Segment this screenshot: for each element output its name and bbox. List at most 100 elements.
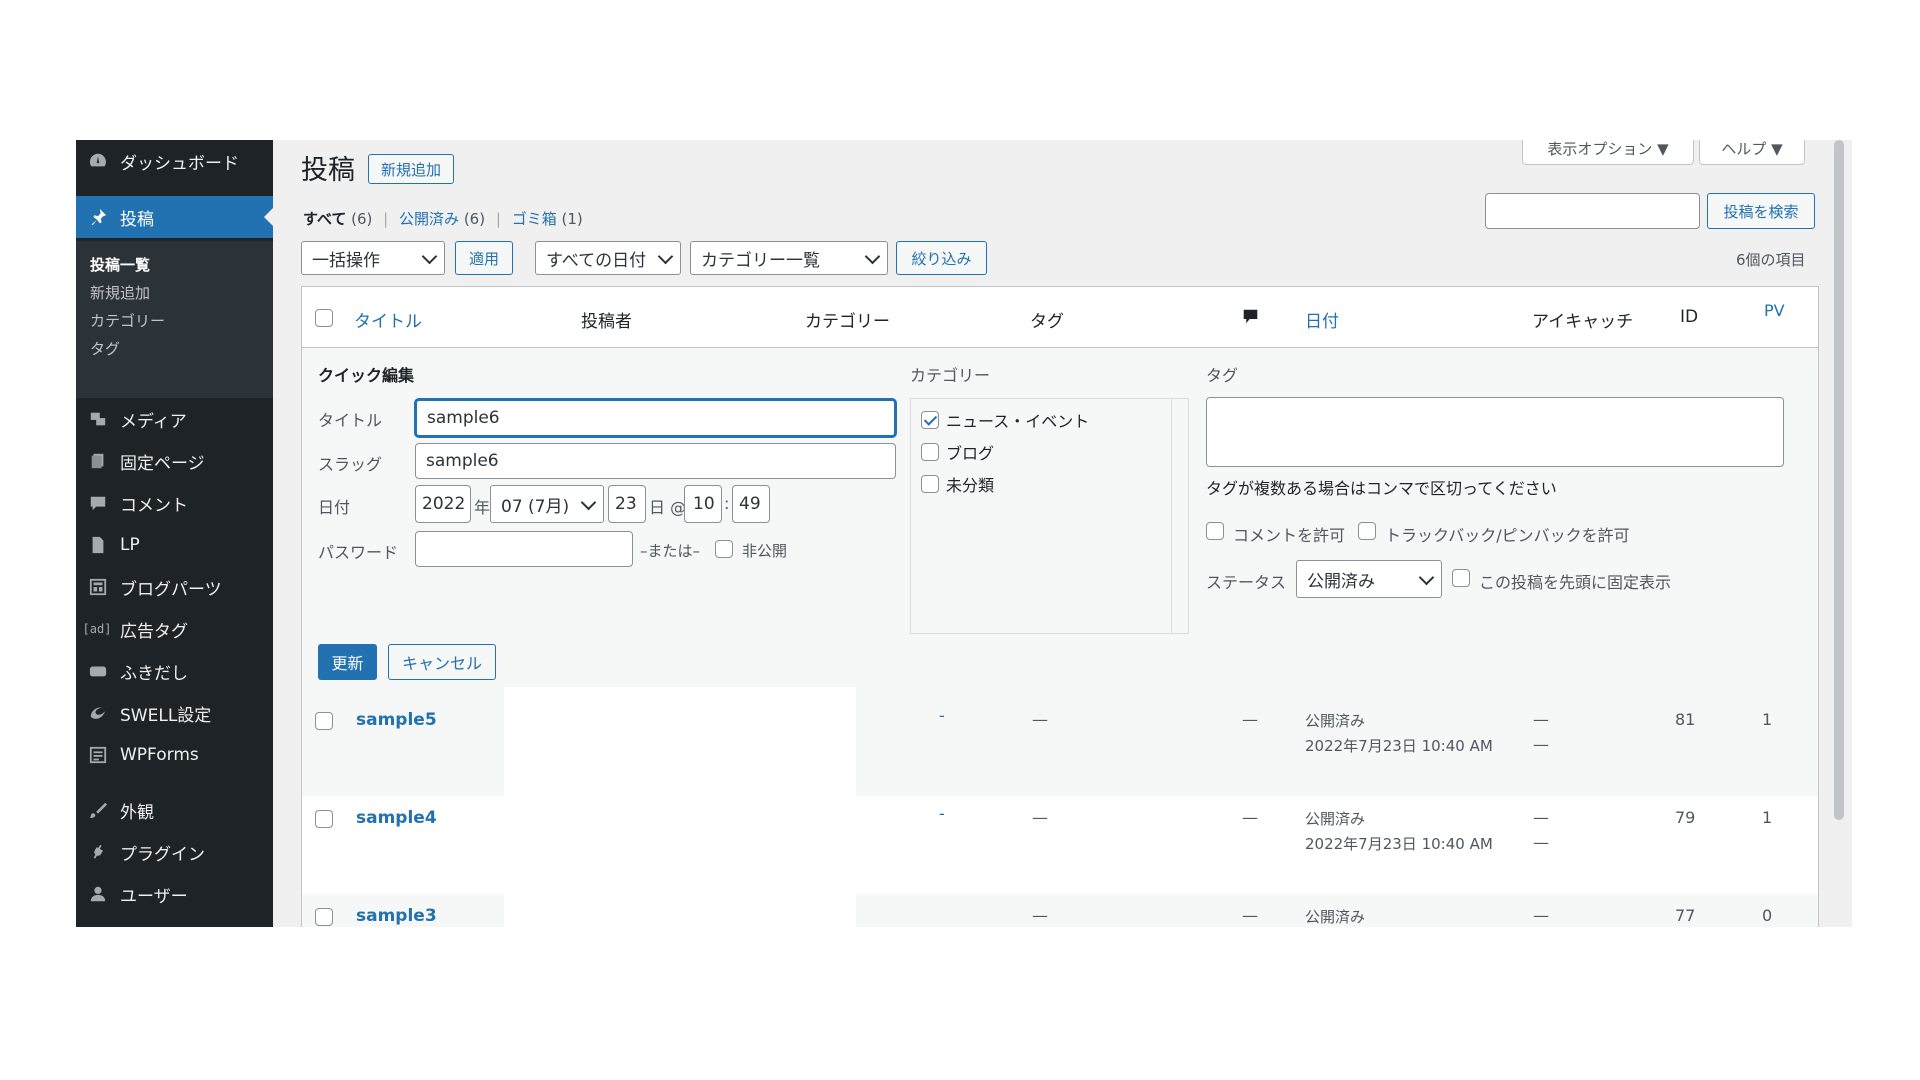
submenu-add-new[interactable]: 新規追加 <box>90 282 150 303</box>
post-title-link[interactable]: sample3 <box>356 906 437 926</box>
day-input[interactable]: 23 <box>608 485 646 523</box>
checklist-scrollbar[interactable] <box>1171 399 1172 633</box>
post-title-link[interactable]: sample5 <box>356 710 437 730</box>
filter-button[interactable]: 絞り込み <box>896 241 987 275</box>
posts-submenu: 投稿一覧 新規追加 カテゴリー タグ <box>76 241 273 398</box>
submenu-all-posts[interactable]: 投稿一覧 <box>90 254 150 275</box>
sidebar-item-ad-tags[interactable]: [ad] 広告タグ <box>76 608 273 650</box>
items-count: 6個の項目 <box>1736 251 1806 269</box>
sidebar-item-lp[interactable]: LP <box>76 524 273 566</box>
apply-button[interactable]: 適用 <box>455 241 513 275</box>
category-checklist: ニュース・イベント ブログ 未分類 <box>910 398 1189 634</box>
category-dash: - <box>939 804 945 823</box>
sidebar-item-label: 固定ページ <box>120 453 205 474</box>
search-posts-button[interactable]: 投稿を検索 <box>1707 193 1815 229</box>
private-label: 非公開 <box>742 542 788 560</box>
column-author: 投稿者 <box>581 312 632 332</box>
private-checkbox[interactable] <box>715 540 733 558</box>
sidebar-item-appearance[interactable]: 外観 <box>76 789 273 831</box>
sidebar-item-comments[interactable]: コメント <box>76 482 273 524</box>
page-title: 投稿 <box>301 155 355 186</box>
bulk-action-value: 一括操作 <box>312 250 380 271</box>
slug-input[interactable]: sample6 <box>415 443 896 479</box>
year-suffix: 年 <box>474 498 491 517</box>
sidebar-item-posts[interactable]: 投稿 <box>76 196 273 238</box>
plugin-icon <box>88 842 108 862</box>
submenu-tags[interactable]: タグ <box>90 338 120 359</box>
swell-icon <box>88 703 108 723</box>
sidebar-item-pages[interactable]: 固定ページ <box>76 440 273 482</box>
status-cell: 公開済み <box>1305 810 1366 828</box>
date-cell: 2022年7月23日 10:40 AM <box>1305 737 1493 755</box>
category-checkbox[interactable] <box>921 475 939 493</box>
sidebar-item-blog-parts[interactable]: ブログパーツ <box>76 566 273 608</box>
sidebar-item-label: 投稿 <box>120 209 154 230</box>
chevron-down-icon <box>657 248 674 265</box>
comment-icon <box>88 493 108 513</box>
pin-icon <box>88 207 108 227</box>
row-checkbox[interactable] <box>315 712 333 730</box>
category-filter-select[interactable]: カテゴリー一覧 <box>690 241 888 275</box>
sticky-checkbox[interactable] <box>1452 569 1470 587</box>
category-checkbox[interactable] <box>921 411 939 429</box>
cancel-button[interactable]: キャンセル <box>388 644 496 680</box>
redacted-area <box>504 687 856 927</box>
allow-pings-checkbox[interactable] <box>1358 522 1376 540</box>
select-all-checkbox[interactable] <box>315 309 333 327</box>
year-input[interactable]: 2022 <box>415 485 471 523</box>
status-select[interactable]: 公開済み <box>1296 560 1442 598</box>
minute-input[interactable]: 49 <box>732 485 770 523</box>
tags-heading: タグ <box>1206 366 1239 385</box>
sidebar-item-media[interactable]: メディア <box>76 398 273 440</box>
sidebar-item-dashboard[interactable]: ダッシュボード <box>76 140 273 182</box>
month-select[interactable]: 07 (7月) <box>490 485 604 523</box>
row-checkbox[interactable] <box>315 810 333 828</box>
filter-trash[interactable]: ゴミ箱 <box>512 210 557 228</box>
sidebar-item-swell-settings[interactable]: SWELL設定 <box>76 692 273 734</box>
password-label: パスワード <box>318 543 399 562</box>
bulk-action-select[interactable]: 一括操作 <box>301 241 445 275</box>
sidebar-item-label: プラグイン <box>120 844 205 865</box>
sidebar-item-users[interactable]: ユーザー <box>76 873 273 915</box>
id-cell: 81 <box>1675 710 1696 729</box>
date-cell: 2022年7月23日 10:40 AM <box>1305 835 1493 853</box>
column-categories: カテゴリー <box>805 312 890 332</box>
sidebar-item-plugins[interactable]: プラグイン <box>76 831 273 873</box>
posts-table: タイトル 投稿者 カテゴリー タグ 日付 アイキャッチ ID PV クイック編集… <box>301 286 1819 927</box>
status-cell: 公開済み <box>1305 908 1366 926</box>
pv-cell: 1 <box>1762 710 1773 729</box>
allow-comments-checkbox[interactable] <box>1206 522 1224 540</box>
filter-all[interactable]: すべて <box>303 210 346 228</box>
update-button[interactable]: 更新 <box>318 644 377 680</box>
sidebar-item-fukidashi[interactable]: ふきだし <box>76 650 273 692</box>
column-title[interactable]: タイトル <box>354 307 422 332</box>
column-eyecatch: アイキャッチ <box>1532 312 1634 332</box>
hour-input[interactable]: 10 <box>684 485 722 523</box>
help-button[interactable]: ヘルプ ▼ <box>1699 140 1805 165</box>
date-label: 日付 <box>318 498 351 517</box>
eyecatch-cell: — <box>1533 808 1549 827</box>
submenu-categories[interactable]: カテゴリー <box>90 310 165 331</box>
screen-options-button[interactable]: 表示オプション ▼ <box>1522 140 1694 165</box>
date-filter-select[interactable]: すべての日付 <box>535 241 681 275</box>
page-scrollbar[interactable] <box>1834 140 1844 820</box>
sidebar-item-wpforms[interactable]: WPForms <box>76 734 273 776</box>
tags-textarea[interactable] <box>1206 397 1784 467</box>
sticky-label: この投稿を先頭に固定表示 <box>1479 573 1672 592</box>
column-pv[interactable]: PV <box>1764 301 1785 320</box>
post-search-input[interactable] <box>1485 193 1700 229</box>
title-label: タイトル <box>318 411 383 430</box>
filter-published[interactable]: 公開済み <box>399 210 459 228</box>
dashboard-icon <box>88 151 108 171</box>
eyecatch-cell: — <box>1533 906 1549 925</box>
column-date[interactable]: 日付 <box>1305 307 1339 332</box>
title-input[interactable]: sample6 <box>415 399 896 437</box>
password-input[interactable] <box>415 531 633 567</box>
chevron-down-icon <box>864 248 881 265</box>
row-checkbox[interactable] <box>315 908 333 926</box>
post-title-link[interactable]: sample4 <box>356 808 437 828</box>
add-new-button[interactable]: 新規追加 <box>368 154 454 184</box>
date-filter-value: すべての日付 <box>546 250 647 271</box>
category-checkbox[interactable] <box>921 443 939 461</box>
sidebar-item-label: ふきだし <box>120 663 188 684</box>
